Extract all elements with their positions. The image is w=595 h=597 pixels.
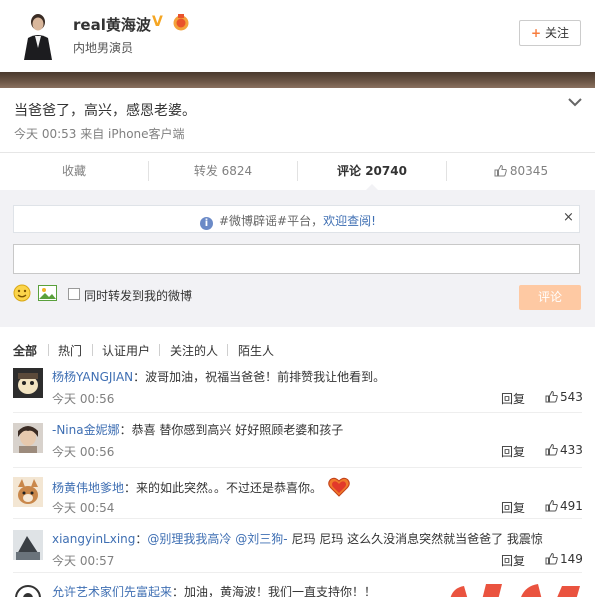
action-bar: 收藏 转发 6824 评论 20740 80345 [0,152,595,188]
thumbs-up-icon [545,499,558,512]
notice-link[interactable]: 欢迎查阅! [323,214,376,228]
comment-like-button[interactable]: 543 [545,390,583,404]
mention-link[interactable]: @别理我我高冷 [147,532,231,546]
commenter-name[interactable]: 杨黄伟地爹地 [52,481,124,495]
notice-bar: i #微博辟谣#平台，欢迎查阅! × [13,205,580,233]
profile-header: real黄海波 V 内地男演员 + 关注 [0,0,595,72]
thumbs-up-icon [494,164,507,177]
divider [48,344,49,356]
divider [13,518,582,519]
commenter-avatar[interactable] [13,423,43,453]
comment-text: ：恭喜 替你感到高兴 好好照顾老婆和孩子 [119,423,344,437]
user-avatar[interactable] [14,8,62,60]
comment-time: 今天 00:57 [52,554,115,568]
mention-link[interactable]: @刘三狗- [235,532,287,546]
image-icon[interactable] [38,285,57,301]
comment-input[interactable] [13,244,580,274]
chevron-down-icon[interactable] [567,95,583,109]
commenter-avatar[interactable] [13,477,43,507]
comment-time: 今天 00:56 [52,392,115,406]
notice-text: #微博辟谣#平台， [219,214,324,228]
divider [13,572,582,573]
close-icon[interactable]: × [563,210,574,225]
commenter-avatar[interactable] [13,530,43,560]
follow-button[interactable]: + 关注 [519,20,581,46]
filter-hot[interactable]: 热门 [58,342,82,359]
emoji-icon[interactable] [13,284,31,302]
filter-strangers[interactable]: 陌生人 [238,342,274,359]
reply-button[interactable]: 回复 [501,443,525,460]
also-repost-checkbox[interactable] [68,288,80,300]
commenter-name[interactable]: 杨杨YANGJIAN [52,370,133,384]
plus-icon: + [530,26,542,40]
submit-comment-button[interactable]: 评论 [519,285,581,310]
divider [13,412,582,413]
comment-like-count: 433 [560,443,583,457]
comment-time: 今天 00:54 [52,501,115,515]
verified-badge-icon: V [152,14,163,30]
filter-all[interactable]: 全部 [13,342,37,359]
cover-banner [0,72,595,88]
username[interactable]: real黄海波 [73,14,151,35]
thumbs-up-icon [545,552,558,565]
comment-text-prefix: ： [135,532,148,546]
reply-button[interactable]: 回复 [501,499,525,516]
follow-label: 关注 [545,26,570,40]
reply-button[interactable]: 回复 [501,390,525,407]
like-button[interactable]: 80345 [447,153,595,189]
divider [13,467,582,468]
repost-button[interactable]: 转发 6824 [149,153,297,189]
favorite-button[interactable]: 收藏 [0,153,148,189]
comment-like-count: 491 [560,499,583,513]
reply-button[interactable]: 回复 [501,552,525,569]
info-icon: i [200,217,213,230]
thumbs-up-icon [545,443,558,456]
comment-text: 尼玛 尼玛 这么久没消息突然就当爸爸了 我震惊 [291,532,543,546]
comment-time: 今天 00:56 [52,445,115,459]
thumbs-up-icon [545,390,558,403]
comment-like-button[interactable]: 149 [545,552,583,566]
post-meta: 今天 00:53 来自 iPhone客户端 [14,127,185,141]
heart-emoji-icon [328,477,350,497]
commenter-name[interactable]: 允许艺术家们先富起来 [52,585,172,597]
divider [92,344,93,356]
filter-following[interactable]: 关注的人 [170,342,218,359]
comment-like-count: 543 [560,390,583,404]
watermark-logo [438,580,595,597]
comment-like-button[interactable]: 433 [545,443,583,457]
commenter-name[interactable]: -Nina金妮娜 [52,423,120,437]
medal-icon[interactable] [172,14,190,31]
post-text: 当爸爸了，高兴，感恩老婆。 [14,103,196,119]
user-title: 内地男演员 [73,41,134,55]
like-count: 80345 [509,164,549,178]
weibo-post-page: real黄海波 V 内地男演员 + 关注 当爸爸了，高兴，感恩老婆。 今天 00:… [0,0,595,597]
commenter-avatar[interactable] [13,368,43,398]
divider [227,344,228,356]
commenter-name[interactable]: xiangyinLxing [52,532,135,546]
also-repost-label[interactable]: 同时转发到我的微博 [84,287,192,304]
filter-verified[interactable]: 认证用户 [102,342,150,359]
comment-like-button[interactable]: 491 [545,499,583,513]
comment-text: ：来的如此突然。。不过还是恭喜你。 [124,481,323,495]
comment-like-count: 149 [560,552,583,566]
comment-text: ：加油，黄海波！我们一直支持你！！ [172,585,377,597]
divider [159,344,160,356]
commenter-avatar[interactable] [13,583,43,597]
comment-text: ：波哥加油，祝福当爸爸！前排赞我让他看到。 [133,370,386,384]
